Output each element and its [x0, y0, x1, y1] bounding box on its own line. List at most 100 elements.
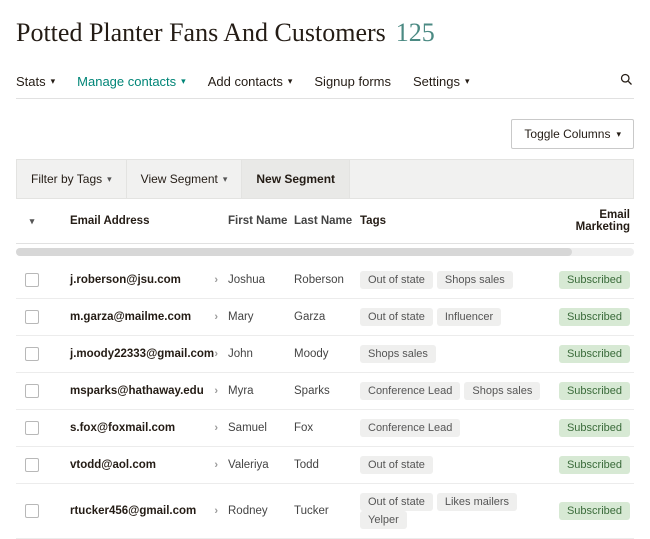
chevron-right-icon[interactable]: ›	[214, 348, 228, 360]
view-segment-button[interactable]: View Segment ▾	[127, 160, 243, 198]
filter-bar-spacer	[350, 160, 633, 198]
cell-first-name: Mary	[228, 311, 294, 323]
cell-email[interactable]: rtucker456@gmail.com	[70, 505, 196, 517]
nav-item-stats[interactable]: Stats ▾	[16, 74, 55, 89]
toggle-columns-label: Toggle Columns	[524, 127, 610, 141]
row-checkbox[interactable]	[25, 347, 39, 361]
nav-item-manage-contacts[interactable]: Manage contacts ▾	[77, 74, 186, 89]
cell-first-name: John	[228, 348, 294, 360]
tag-pill[interactable]: Out of state	[360, 308, 433, 326]
status-pill: Subscribed	[559, 456, 630, 474]
chevron-down-icon: ▾	[51, 76, 56, 87]
cell-email[interactable]: vtodd@aol.com	[70, 459, 156, 471]
table-row: j.roberson@jsu.com ›JoshuaRobersonOut of …	[16, 262, 634, 299]
nav-item-label: Manage contacts	[77, 74, 176, 89]
nav-item-label: Signup forms	[314, 74, 391, 89]
chevron-right-icon[interactable]: ›	[214, 385, 228, 397]
cell-first-name: Joshua	[228, 274, 294, 286]
nav-item-signup-forms[interactable]: Signup forms	[314, 74, 391, 89]
cell-email[interactable]: j.roberson@jsu.com	[70, 274, 181, 286]
cell-tags: Out of state	[360, 456, 552, 474]
cell-first-name: Samuel	[228, 422, 294, 434]
status-pill: Subscribed	[559, 419, 630, 437]
search-icon[interactable]	[619, 72, 634, 90]
cell-email[interactable]: m.garza@mailme.com	[70, 311, 191, 323]
cell-tags: Conference LeadShops sales	[360, 382, 552, 400]
tag-pill[interactable]: Conference Lead	[360, 382, 460, 400]
main-nav: Stats ▾ Manage contacts ▾ Add contacts ▾ Signu…	[16, 72, 634, 99]
tag-pill[interactable]: Shops sales	[360, 345, 436, 363]
cell-tags: Out of stateInfluencer	[360, 308, 552, 326]
nav-item-label: Settings	[413, 74, 460, 89]
tag-pill[interactable]: Shops sales	[464, 382, 540, 400]
horizontal-scrollbar-thumb[interactable]	[16, 248, 572, 256]
table-row: m.garza@mailme.com ›MaryGarzaOut of state…	[16, 299, 634, 336]
cell-last-name: Moody	[294, 348, 360, 360]
tag-pill[interactable]: Out of state	[360, 456, 433, 474]
status-pill: Subscribed	[559, 345, 630, 363]
chevron-down-icon: ▾	[181, 76, 186, 87]
cell-last-name: Sparks	[294, 385, 360, 397]
column-header-last-name[interactable]: Last Name	[294, 215, 360, 227]
chevron-down-icon: ▾	[30, 216, 35, 227]
chevron-right-icon[interactable]: ›	[214, 505, 228, 517]
row-checkbox[interactable]	[25, 384, 39, 398]
row-checkbox[interactable]	[25, 310, 39, 324]
nav-item-add-contacts[interactable]: Add contacts ▾	[208, 74, 293, 89]
row-checkbox[interactable]	[25, 273, 39, 287]
cell-last-name: Fox	[294, 422, 360, 434]
cell-first-name: Rodney	[228, 505, 294, 517]
cell-last-name: Garza	[294, 311, 360, 323]
chevron-down-icon: ▾	[288, 76, 293, 87]
cell-tags: Out of stateLikes mailers Yelper	[360, 493, 552, 529]
chevron-right-icon[interactable]: ›	[214, 274, 228, 286]
tag-pill[interactable]: Yelper	[360, 511, 407, 529]
chevron-right-icon[interactable]: ›	[214, 311, 228, 323]
toggle-columns-button[interactable]: Toggle Columns ▾	[511, 119, 634, 149]
cell-first-name: Myra	[228, 385, 294, 397]
column-header-email[interactable]: Email Address	[66, 215, 228, 227]
chevron-down-icon: ▾	[616, 129, 621, 140]
tag-pill[interactable]: Likes mailers	[437, 493, 517, 511]
cell-tags: Shops sales	[360, 345, 552, 363]
status-pill: Subscribed	[559, 308, 630, 326]
chevron-right-icon[interactable]: ›	[214, 422, 228, 434]
status-pill: Subscribed	[559, 382, 630, 400]
cell-tags: Out of stateShops sales	[360, 271, 552, 289]
nav-item-label: Add contacts	[208, 74, 283, 89]
table-row: rtucker456@gmail.com›RodneyTuckerOut of …	[16, 484, 634, 539]
view-segment-label: View Segment	[141, 172, 218, 186]
nav-item-settings[interactable]: Settings ▾	[413, 74, 470, 89]
row-checkbox[interactable]	[25, 504, 39, 518]
nav-item-label: Stats	[16, 74, 46, 89]
horizontal-scrollbar-track[interactable]	[16, 248, 634, 256]
row-checkbox[interactable]	[25, 421, 39, 435]
new-segment-button[interactable]: New Segment	[242, 160, 350, 198]
chevron-right-icon[interactable]: ›	[214, 459, 228, 471]
cell-last-name: Roberson	[294, 274, 360, 286]
column-header-first-name[interactable]: First Name	[228, 215, 294, 227]
table-row: j.moody22333@gmail.com›JohnMoodyShops sa…	[16, 336, 634, 373]
tag-pill[interactable]: Conference Lead	[360, 419, 460, 437]
tag-pill[interactable]: Influencer	[437, 308, 501, 326]
cell-email[interactable]: j.moody22333@gmail.com	[70, 348, 214, 360]
table-row: s.fox@foxmail.com ›SamuelFoxConference Le…	[16, 410, 634, 447]
tag-pill[interactable]: Out of state	[360, 493, 433, 511]
chevron-down-icon: ▾	[465, 76, 470, 87]
filter-by-tags-label: Filter by Tags	[31, 172, 102, 186]
row-checkbox[interactable]	[25, 458, 39, 472]
select-all-column[interactable]: ▾	[16, 216, 48, 227]
chevron-down-icon: ▾	[223, 174, 228, 185]
cell-last-name: Todd	[294, 459, 360, 471]
status-pill: Subscribed	[559, 502, 630, 520]
column-header-tags[interactable]: Tags	[360, 215, 552, 227]
new-segment-label: New Segment	[256, 172, 335, 186]
filter-by-tags-button[interactable]: Filter by Tags ▾	[17, 160, 127, 198]
column-header-email-marketing[interactable]: Email Marketing	[552, 209, 634, 233]
tag-pill[interactable]: Out of state	[360, 271, 433, 289]
status-pill: Subscribed	[559, 271, 630, 289]
tag-pill[interactable]: Shops sales	[437, 271, 513, 289]
cell-email[interactable]: s.fox@foxmail.com	[70, 422, 175, 434]
cell-email[interactable]: msparks@hathaway.edu	[70, 385, 204, 397]
table-body: j.roberson@jsu.com›JoshuaRobersonOut of …	[16, 262, 634, 539]
